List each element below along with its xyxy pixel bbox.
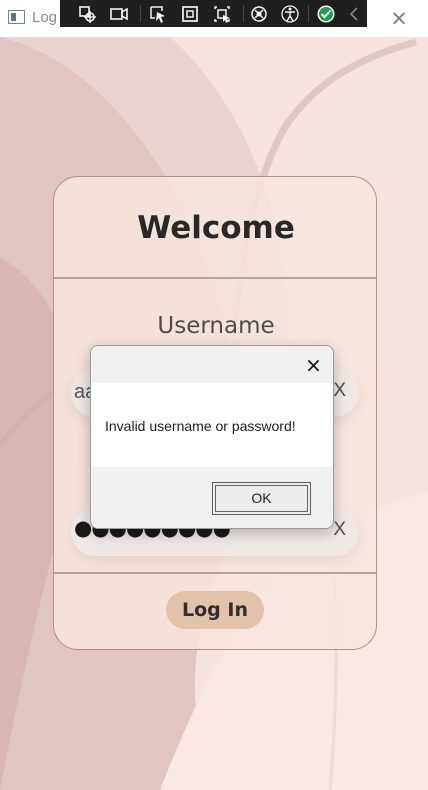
developer-toolbar [60, 0, 367, 27]
check-circle-icon[interactable] [315, 3, 337, 24]
window-close-button[interactable]: × [388, 6, 410, 30]
toolbar-separator [308, 5, 309, 22]
toolbar-separator [243, 5, 244, 22]
username-label: Username [157, 313, 275, 339]
theme-icon[interactable] [248, 3, 270, 24]
error-message: Invalid username or password! [105, 418, 296, 434]
dialog-close-button[interactable]: × [299, 352, 328, 378]
chevron-left-icon[interactable] [344, 3, 366, 24]
card-divider [54, 277, 376, 279]
app-icon [8, 10, 25, 24]
window-title: Log [32, 9, 58, 26]
clear-password-button[interactable]: X [333, 519, 346, 541]
video-icon[interactable] [108, 3, 130, 24]
card-divider [54, 572, 376, 574]
select-element-icon[interactable] [76, 3, 98, 24]
login-button[interactable]: Log In [166, 591, 264, 629]
error-dialog: × Invalid username or password! OK [90, 345, 334, 529]
layout-box-icon[interactable] [179, 3, 201, 24]
toolbar-separator [140, 5, 141, 22]
dialog-body: Invalid username or password! [91, 383, 333, 467]
dialog-titlebar: × [91, 346, 333, 383]
clear-username-button[interactable]: X [333, 380, 346, 402]
accessibility-icon[interactable] [279, 3, 301, 24]
page-title: Welcome [137, 210, 295, 246]
ok-button[interactable]: OK [212, 482, 311, 515]
select-region-icon[interactable] [211, 3, 233, 24]
pointer-icon[interactable] [147, 3, 169, 24]
